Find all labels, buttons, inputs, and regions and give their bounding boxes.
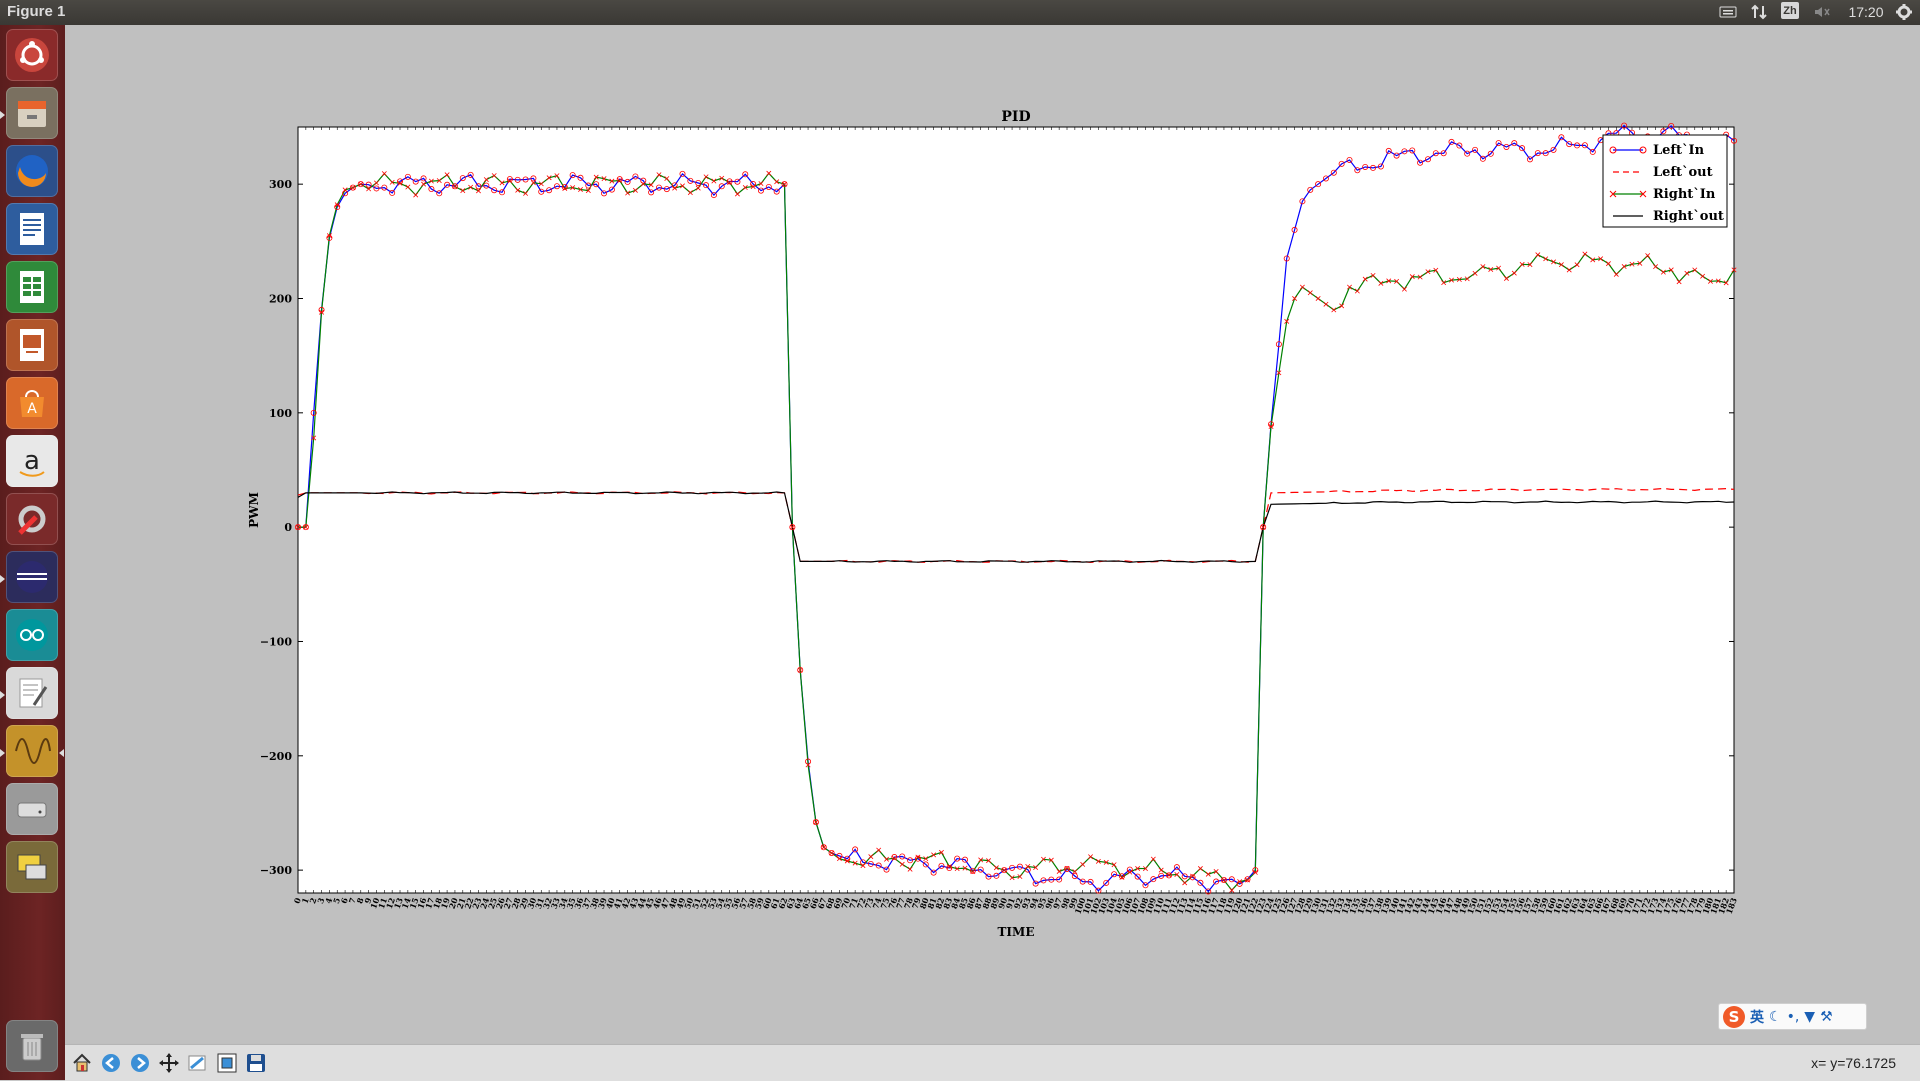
ubuntu-dash-icon[interactable]	[6, 29, 58, 81]
writer-icon[interactable]	[6, 203, 58, 255]
y-tick-label: 100	[269, 407, 292, 420]
chart-svg[interactable]: PID TIME PWM 300 200 100 0 −100 −200 −300 0123…	[68, 27, 1920, 1043]
subplots-icon[interactable]	[214, 1050, 240, 1076]
clock[interactable]: 17:20	[1846, 2, 1886, 22]
volume-muted-icon[interactable]	[1812, 2, 1832, 22]
y-tick-label: 300	[269, 178, 292, 191]
remote-desktop-icon[interactable]	[6, 841, 58, 893]
wrench-icon[interactable]: ⚒	[1820, 1009, 1833, 1025]
cursor-coordinates: x= y=76.1725	[1811, 1055, 1896, 1071]
x-axis-label: TIME	[998, 925, 1035, 939]
legend: Left`In Left`out Right`In Right`out	[1602, 134, 1728, 228]
arduino-icon[interactable]	[6, 609, 58, 661]
top-panel: Figure 1 Zh 17:20	[0, 0, 1920, 25]
home-icon[interactable]	[69, 1050, 95, 1076]
legend-label: Left`In	[1653, 143, 1705, 158]
calc-icon[interactable]	[6, 261, 58, 313]
launcher: A a	[0, 25, 65, 1080]
pan-icon[interactable]	[156, 1050, 182, 1076]
ime-toolbar[interactable]: S 英 ☾ •, ▼ ⚒	[1718, 1003, 1867, 1030]
amazon-icon[interactable]: a	[6, 435, 58, 487]
software-center-icon[interactable]: A	[6, 377, 58, 429]
save-icon[interactable]	[243, 1050, 269, 1076]
ime-language[interactable]: 英	[1750, 1007, 1764, 1027]
impress-icon[interactable]	[6, 319, 58, 371]
zoom-icon[interactable]	[185, 1050, 211, 1076]
punctuation-icon[interactable]: •,	[1787, 1009, 1800, 1025]
figure-canvas[interactable]: PID TIME PWM 300 200 100 0 −100 −200 −300 0123…	[68, 27, 1920, 1043]
y-tick-labels: 300 200 100 0 −100 −200 −300	[260, 178, 293, 877]
legend-label: Right`In	[1653, 187, 1716, 202]
back-icon[interactable]	[98, 1050, 124, 1076]
eclipse-icon[interactable]	[6, 551, 58, 603]
chart-title: PID	[1001, 109, 1030, 125]
active-indicator	[59, 749, 64, 757]
svg-text:A: A	[27, 401, 37, 417]
svg-text:a: a	[24, 446, 40, 476]
moon-icon[interactable]: ☾	[1769, 1009, 1782, 1025]
y-axis-label: PWM	[247, 492, 261, 528]
oscilloscope-icon[interactable]	[6, 725, 58, 777]
network-icon[interactable]	[1749, 2, 1769, 22]
ime-logo[interactable]: S	[1723, 1005, 1745, 1028]
running-indicator	[0, 575, 5, 583]
plot-area	[297, 126, 1735, 894]
x-tick-labels: 0123456789101112131415161718192021222324…	[292, 896, 1739, 916]
y-tick-label: 0	[284, 521, 292, 534]
running-indicator	[0, 691, 5, 699]
running-indicator	[0, 749, 5, 757]
running-indicator	[0, 111, 5, 119]
settings-gear-icon[interactable]	[1894, 2, 1914, 22]
text-editor-icon[interactable]	[6, 667, 58, 719]
window-title: Figure 1	[7, 3, 66, 20]
legend-label: Left`out	[1653, 165, 1713, 180]
input-method-indicator[interactable]: Zh	[1781, 2, 1799, 19]
y-tick-label: −200	[260, 750, 293, 763]
disk-icon[interactable]	[6, 783, 58, 835]
files-icon[interactable]	[6, 87, 58, 139]
keyboard-icon[interactable]	[1718, 2, 1738, 22]
firefox-icon[interactable]	[6, 145, 58, 197]
y-tick-label: 200	[269, 292, 292, 305]
system-settings-icon[interactable]	[6, 493, 58, 545]
y-tick-label: −100	[260, 635, 293, 648]
matplotlib-toolbar: x= y=76.1725	[65, 1044, 1920, 1081]
shirt-icon[interactable]: ▼	[1804, 1009, 1815, 1025]
forward-icon[interactable]	[127, 1050, 153, 1076]
legend-label: Right`out	[1653, 209, 1724, 224]
trash-icon[interactable]	[6, 1020, 58, 1072]
y-tick-label: −300	[260, 864, 293, 877]
